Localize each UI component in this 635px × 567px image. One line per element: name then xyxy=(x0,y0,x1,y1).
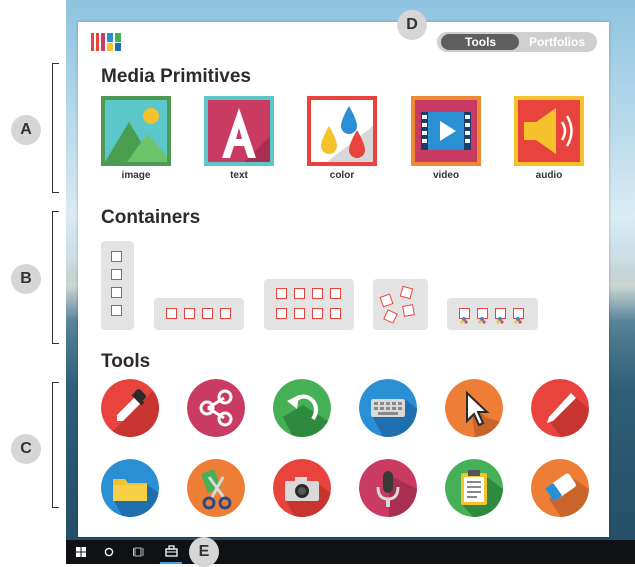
container-cell xyxy=(330,308,341,319)
container-media-list[interactable] xyxy=(447,298,538,330)
task-view-icon[interactable] xyxy=(133,546,145,558)
container-cell xyxy=(379,293,394,308)
container-cell xyxy=(220,308,231,319)
media-item-audio[interactable]: audio xyxy=(514,96,584,181)
bracket-c xyxy=(52,382,59,508)
container-freeform[interactable] xyxy=(373,279,428,330)
media-label: image xyxy=(121,170,151,181)
media-label: video xyxy=(432,170,460,181)
eraser-icon xyxy=(531,459,589,517)
microphone-icon xyxy=(359,459,417,517)
bracket-b xyxy=(52,211,59,344)
container-media-cell xyxy=(477,308,488,324)
tool-camera[interactable] xyxy=(273,459,331,517)
tool-cursor[interactable] xyxy=(445,379,503,437)
taskbar xyxy=(66,540,635,564)
tool-eraser[interactable] xyxy=(531,459,589,517)
color-drops-icon xyxy=(307,96,377,166)
toolbox-icon xyxy=(165,545,178,557)
app-logo-icon[interactable] xyxy=(91,31,125,51)
tools-portfolios-toggle[interactable]: Tools Portfolios xyxy=(437,32,597,52)
marker-c: C xyxy=(11,434,41,464)
container-cell xyxy=(330,288,341,299)
container-cell xyxy=(111,269,122,280)
container-cell xyxy=(276,288,287,299)
media-label: text xyxy=(230,170,248,181)
cursor-icon xyxy=(445,379,503,437)
toolbox-taskbar-item[interactable] xyxy=(160,540,182,564)
container-cell xyxy=(111,287,122,298)
eyedropper-icon xyxy=(101,379,159,437)
clipboard-icon xyxy=(445,459,503,517)
media-item-text[interactable]: text xyxy=(204,96,274,181)
folder-icon xyxy=(101,459,159,517)
media-item-image[interactable]: image xyxy=(101,96,171,181)
image-icon xyxy=(101,96,171,166)
tool-microphone[interactable] xyxy=(359,459,417,517)
undo-icon xyxy=(273,379,331,437)
scissors-icon xyxy=(187,459,245,517)
video-icon xyxy=(411,96,481,166)
container-cell xyxy=(383,309,398,324)
containers-title: Containers xyxy=(101,207,201,228)
media-label: color xyxy=(329,170,355,181)
container-media-cell xyxy=(495,308,506,324)
container-horizontal-list[interactable] xyxy=(154,298,244,330)
container-cell xyxy=(111,305,122,316)
tool-scissors[interactable] xyxy=(187,459,245,517)
toggle-tools-label[interactable]: Tools xyxy=(465,34,496,50)
share-icon xyxy=(187,379,245,437)
container-cell xyxy=(202,308,213,319)
container-cell xyxy=(312,288,323,299)
text-icon xyxy=(204,96,274,166)
keyboard-icon xyxy=(359,379,417,437)
app-window: Media Primitives image text color video … xyxy=(78,22,609,537)
tools-title: Tools xyxy=(101,351,151,372)
media-item-color[interactable]: color xyxy=(307,96,377,181)
container-cell xyxy=(111,251,122,262)
tool-share[interactable] xyxy=(187,379,245,437)
container-vertical-list[interactable] xyxy=(101,241,134,330)
search-circle-icon[interactable] xyxy=(104,547,114,557)
media-label: audio xyxy=(535,170,563,181)
container-cell xyxy=(184,308,195,319)
container-cell xyxy=(402,304,415,317)
container-cell xyxy=(312,308,323,319)
media-primitives-title: Media Primitives xyxy=(101,66,251,87)
container-cell xyxy=(399,285,414,300)
bracket-a xyxy=(52,63,59,193)
media-item-video[interactable]: video xyxy=(411,96,481,181)
container-media-cell xyxy=(459,308,470,324)
tool-pen[interactable] xyxy=(531,379,589,437)
tool-keyboard[interactable] xyxy=(359,379,417,437)
tool-eyedropper[interactable] xyxy=(101,379,159,437)
container-media-cell xyxy=(513,308,524,324)
pen-icon xyxy=(531,379,589,437)
marker-b: B xyxy=(11,264,41,294)
tool-undo[interactable] xyxy=(273,379,331,437)
marker-e: E xyxy=(189,537,219,567)
toggle-portfolios-label[interactable]: Portfolios xyxy=(529,34,585,50)
tool-folder[interactable] xyxy=(101,459,159,517)
container-cell xyxy=(294,308,305,319)
windows-icon[interactable] xyxy=(76,547,86,557)
container-cell xyxy=(276,308,287,319)
speaker-icon xyxy=(514,96,584,166)
container-cell xyxy=(294,288,305,299)
container-grid[interactable] xyxy=(264,279,354,330)
tool-clipboard[interactable] xyxy=(445,459,503,517)
container-cell xyxy=(166,308,177,319)
marker-d: D xyxy=(397,10,427,40)
marker-a: A xyxy=(11,115,41,145)
camera-icon xyxy=(273,459,331,517)
